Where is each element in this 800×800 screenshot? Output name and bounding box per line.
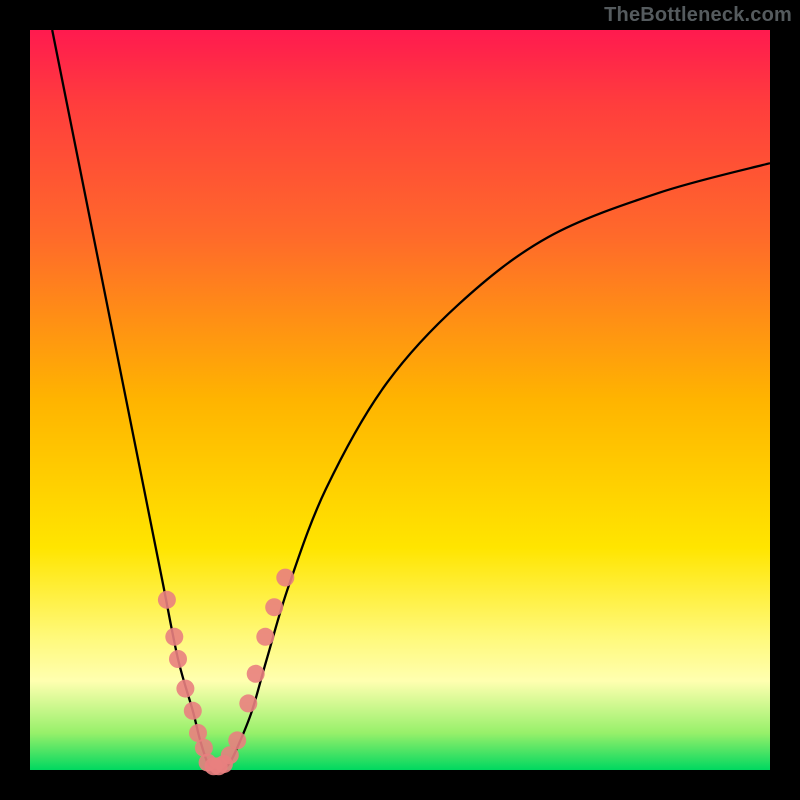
highlight-points-group — [158, 569, 294, 776]
highlight-point — [184, 702, 202, 720]
highlight-point — [176, 680, 194, 698]
highlight-point — [228, 731, 246, 749]
chart-container: TheBottleneck.com — [0, 0, 800, 800]
highlight-point — [256, 628, 274, 646]
bottleneck-curve-svg — [30, 30, 770, 770]
watermark-text: TheBottleneck.com — [604, 4, 792, 27]
highlight-point — [169, 650, 187, 668]
highlight-point — [276, 569, 294, 587]
plot-area — [30, 30, 770, 770]
highlight-point — [239, 694, 257, 712]
highlight-point — [265, 598, 283, 616]
highlight-point — [247, 665, 265, 683]
highlight-point — [158, 591, 176, 609]
highlight-point — [165, 628, 183, 646]
bottleneck-curve-path — [52, 30, 770, 771]
